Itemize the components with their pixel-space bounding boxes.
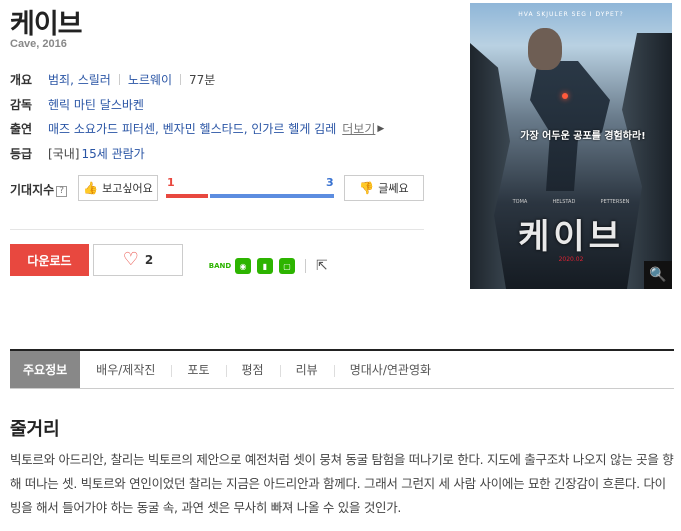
want-bar — [166, 194, 208, 198]
director-row: 감독 헨릭 마틴 달스바켄 — [10, 96, 144, 113]
divider — [305, 259, 306, 273]
cast-label: 출연 — [10, 122, 33, 136]
help-icon[interactable]: ? — [56, 186, 68, 197]
director-link[interactable]: 헨릭 마틴 달스바켄 — [48, 96, 144, 113]
tab-cast-crew[interactable]: 배우/제작진 — [80, 351, 171, 388]
band-icon[interactable]: BAND — [209, 258, 231, 274]
divider — [118, 74, 120, 85]
rating-label: 등급 — [10, 147, 33, 161]
no-label: 글쎄요 — [378, 182, 409, 195]
movie-title: 케이브 — [10, 9, 83, 40]
overview-label: 개요 — [10, 73, 33, 87]
poster-date: 2020.02 — [558, 256, 584, 263]
expectation-label: 기대지수? — [10, 181, 68, 198]
kakaostory-icon[interactable]: ◉ — [235, 258, 251, 274]
tab-photo[interactable]: 포토 — [171, 351, 225, 388]
poster-figure — [530, 61, 610, 191]
tab-rating[interactable]: 평점 — [225, 351, 280, 388]
overview-row: 개요 범죄, 스릴러 노르웨이 77분 — [10, 71, 215, 88]
share-icon[interactable]: ⇱ — [316, 258, 328, 274]
tab-review[interactable]: 리뷰 — [279, 351, 334, 388]
share-bar: BAND ◉ ▮ ▢ ⇱ — [209, 258, 328, 274]
heart-icon: ♡ — [122, 249, 139, 270]
poster-tagline: 가장 어두운 공포를 경험하라! — [520, 131, 646, 142]
naver-bookmark-icon[interactable]: ▮ — [257, 258, 273, 274]
movie-poster[interactable]: HVA SKJULER SEG I DYPET? 가장 어두운 공포를 경험하라… — [470, 3, 672, 289]
poster-title: 케이브 — [518, 217, 624, 257]
movie-subtitle: Cave, 2016 — [10, 38, 67, 50]
poster-figure-head — [528, 28, 562, 70]
rating-value: 15세 관람가 — [81, 147, 145, 161]
runtime: 77분 — [189, 73, 216, 87]
cast-row: 출연 매즈 소요가드 피터센, 벤자민 헬스타드, 인가르 헬게 김레 더보기 … — [10, 120, 384, 137]
no-count: 3 — [326, 176, 334, 189]
want-count: 1 — [167, 176, 175, 189]
download-button[interactable]: 다운로드 — [10, 244, 89, 276]
section-divider — [10, 229, 424, 230]
poster-headlamp — [562, 93, 568, 99]
rating-row: 등급 [국내] 15세 관람가 — [10, 145, 145, 162]
want-label: 보고싶어요 — [102, 182, 153, 195]
director-label: 감독 — [10, 98, 33, 112]
more-cast-link[interactable]: 더보기 — [342, 120, 375, 137]
rating-region: [국내] — [48, 147, 80, 161]
zoom-icon[interactable]: 🔍 — [644, 261, 672, 289]
want-to-see-button[interactable]: 👍 보고싶어요 — [78, 175, 158, 201]
poster-top-text: HVA SKJULER SEG I DYPET? — [518, 11, 624, 18]
tab-quotes-related[interactable]: 명대사/연관영화 — [333, 351, 447, 388]
thumbs-up-icon: 👍 — [83, 181, 99, 195]
poster-names: TOMA HELSTAD PETTERSEN — [512, 199, 630, 205]
cast-links[interactable]: 매즈 소요가드 피터센, 벤자민 헬스타드, 인가르 헬게 김레 — [48, 120, 336, 137]
genre-link[interactable]: 범죄, 스릴러 — [48, 71, 111, 88]
not-sure-button[interactable]: 👎 글쎄요 — [344, 175, 424, 201]
detail-tabs: 주요정보 배우/제작진 포토 평점 리뷰 명대사/연관영화 — [10, 349, 674, 389]
thumbs-down-icon: 👎 — [359, 181, 375, 195]
line-icon[interactable]: ▢ — [279, 258, 295, 274]
synopsis-text: 빅토르와 아드리안, 찰리는 빅토르의 제안으로 예전처럼 셋이 뭉쳐 동굴 탐… — [10, 452, 674, 515]
synopsis-title: 줄거리 — [10, 419, 60, 440]
divider — [180, 74, 182, 85]
like-count: 2 — [144, 253, 154, 267]
no-bar — [210, 194, 334, 198]
tab-main-info[interactable]: 주요정보 — [10, 351, 81, 388]
chevron-right-icon: ▶ — [377, 123, 385, 134]
country-link[interactable]: 노르웨이 — [128, 71, 172, 88]
like-button[interactable]: ♡ 2 — [93, 244, 183, 276]
